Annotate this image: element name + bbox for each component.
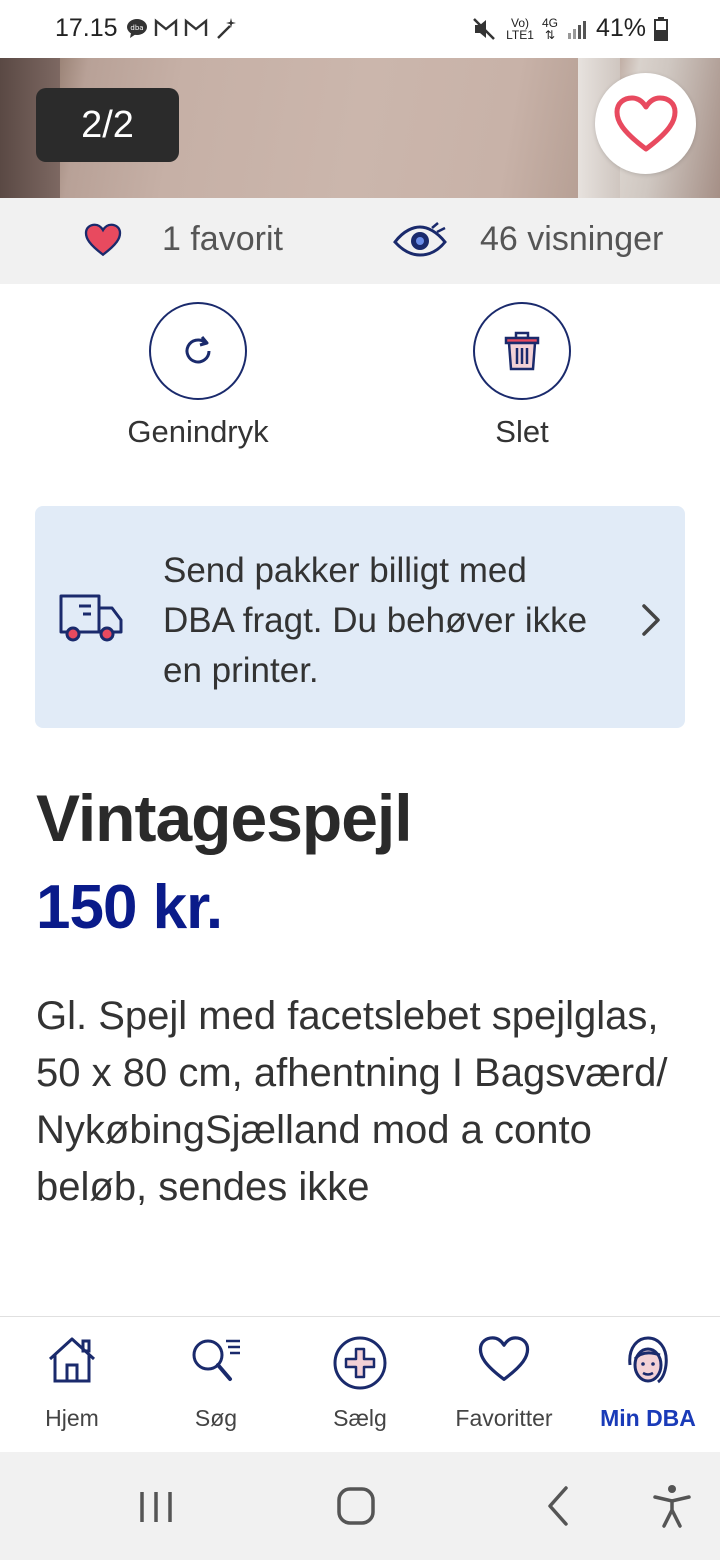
plus-circle-icon [333, 1336, 387, 1390]
network-bottom: LTE1 [506, 27, 534, 42]
nav-home-label: Hjem [45, 1405, 99, 1431]
recent-apps-icon[interactable] [136, 1482, 176, 1530]
favorites-count: 1 favorit [162, 220, 283, 258]
magic-wand-icon [217, 18, 236, 39]
data-arrows-icon: ⇅ [544, 27, 555, 42]
trash-icon [504, 331, 540, 371]
photo-counter: 2/2 [36, 88, 179, 162]
mute-icon [473, 17, 496, 40]
system-nav-bar [0, 1452, 720, 1560]
heart-icon [84, 223, 122, 256]
listing-title: Vintagespejl [36, 781, 413, 855]
network-type: 4G ⇅ [542, 17, 558, 41]
favorite-button[interactable] [595, 73, 696, 174]
dba-chat-icon: dba [127, 19, 147, 38]
renew-button[interactable] [149, 302, 247, 400]
delete-action[interactable]: Slet [422, 302, 622, 450]
network-label: Vo) LTE1 [506, 17, 534, 41]
network-top: Vo) [511, 15, 530, 30]
nav-sell-label: Sælg [333, 1405, 387, 1431]
nav-home[interactable]: Hjem [0, 1317, 144, 1453]
shipping-banner[interactable]: Send pakker billigt med DBA fragt. Du be… [35, 506, 685, 728]
truck-icon [59, 594, 123, 642]
eye-icon [393, 221, 447, 257]
nav-sell[interactable]: Sælg [288, 1317, 432, 1453]
listing-stats: 1 favorit 46 visninger [0, 198, 720, 284]
renew-action[interactable]: Genindryk [98, 302, 298, 450]
gmail-icon [154, 18, 178, 36]
back-icon[interactable] [540, 1482, 576, 1530]
renew-label: Genindryk [127, 414, 269, 449]
battery-percent: 41% [595, 14, 646, 42]
delete-button[interactable] [473, 302, 571, 400]
views-stat: 46 visninger [392, 220, 663, 259]
nav-favorites[interactable]: Favoritter [432, 1317, 576, 1453]
gmail-icon [184, 18, 208, 36]
profile-icon [628, 1336, 668, 1384]
nav-favorites-label: Favoritter [455, 1405, 553, 1431]
refresh-icon [185, 336, 211, 364]
chevron-right-icon [642, 604, 660, 636]
nav-my-dba-label: Min DBA [600, 1405, 696, 1431]
nav-search-label: Søg [194, 1405, 238, 1431]
status-bar: 17.15 dba Vo) LTE1 4G ⇅ 41% [0, 0, 720, 58]
home-icon [48, 1337, 96, 1383]
search-icon [192, 1339, 240, 1381]
bottom-nav: Hjem Søg Sælg Favoritter Min DBA [0, 1316, 720, 1452]
delete-label: Slet [495, 414, 549, 449]
status-time: 17.15 [55, 14, 118, 42]
status-right: Vo) LTE1 4G ⇅ 41% [472, 14, 668, 43]
listing-price: 150 kr. [36, 873, 223, 942]
home-button-icon[interactable] [334, 1482, 378, 1530]
nav-my-dba[interactable]: Min DBA [576, 1317, 720, 1453]
nav-search[interactable]: Søg [144, 1317, 288, 1453]
signal-icon [567, 20, 586, 39]
battery-icon [654, 16, 668, 41]
views-count: 46 visninger [480, 220, 664, 258]
favorites-stat: 1 favorit [84, 220, 283, 259]
accessibility-icon[interactable] [650, 1482, 694, 1530]
heart-outline-icon [614, 95, 677, 151]
shipping-banner-text: Send pakker billigt med DBA fragt. Du be… [163, 551, 588, 690]
network-type-label: 4G [541, 15, 558, 30]
svg-text:dba: dba [130, 24, 143, 32]
listing-description: Gl. Spejl med facetslebet spejlglas, 50 … [36, 994, 668, 1209]
notification-icons: dba [126, 16, 238, 40]
heart-icon [478, 1336, 530, 1381]
